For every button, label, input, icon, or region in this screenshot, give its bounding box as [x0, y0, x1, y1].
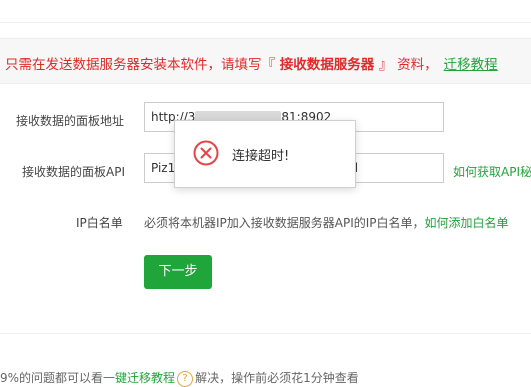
notice-bracket-open: 『: [261, 57, 276, 73]
error-toast: 连接超时!: [174, 120, 356, 188]
migration-tutorial-link[interactable]: 迁移教程: [444, 57, 498, 73]
notice-instruction: 只需在发送数据服务器安装本软件，请填写: [5, 57, 262, 73]
help-icon[interactable]: ?: [177, 370, 194, 387]
notice-text: 只需在发送数据服务器安装本软件，请填写『 接收数据服务器 』 资料， 迁移教程: [5, 53, 498, 73]
top-bar: [0, 0, 531, 23]
one-click-migration-tutorial-link[interactable]: 一键迁移教程: [103, 371, 175, 385]
error-circle-x-icon: [193, 140, 219, 166]
footer-tip: 9%的问题都可以看一键迁移教程? 解决，操作前必须花1分钟查看: [0, 369, 359, 387]
footer-prefix: 9%的问题都可以看: [0, 371, 104, 385]
panel-api-value-prefix: Piz1: [151, 161, 176, 175]
panel-address-label: 接收数据的面板地址: [16, 114, 125, 128]
divider: [0, 333, 531, 334]
migration-notice: 只需在发送数据服务器安装本软件，请填写『 接收数据服务器 』 资料， 迁移教程: [0, 38, 531, 84]
ip-whitelist-hint: 必须将本机器IP加入接收数据服务器API的IP白名单，如何添加白名单: [144, 214, 509, 231]
notice-suffix: 资料，: [397, 57, 438, 73]
toast-message: 连接超时!: [232, 149, 290, 164]
panel-api-label: 接收数据的面板API: [22, 165, 125, 179]
ip-whitelist-hint-text: 必须将本机器IP加入接收数据服务器API的IP白名单，: [144, 216, 425, 230]
footer-suffix: 解决，操作前必须花1分钟查看: [195, 371, 359, 385]
add-whitelist-link[interactable]: 如何添加白名单: [425, 216, 509, 230]
ip-whitelist-label: IP白名单: [76, 216, 123, 230]
get-api-key-link[interactable]: 如何获取API秘: [453, 163, 531, 180]
next-step-button[interactable]: 下一步: [144, 255, 212, 289]
notice-bracket-close: 』: [378, 57, 393, 73]
notice-server-name: 接收数据服务器: [279, 57, 375, 73]
